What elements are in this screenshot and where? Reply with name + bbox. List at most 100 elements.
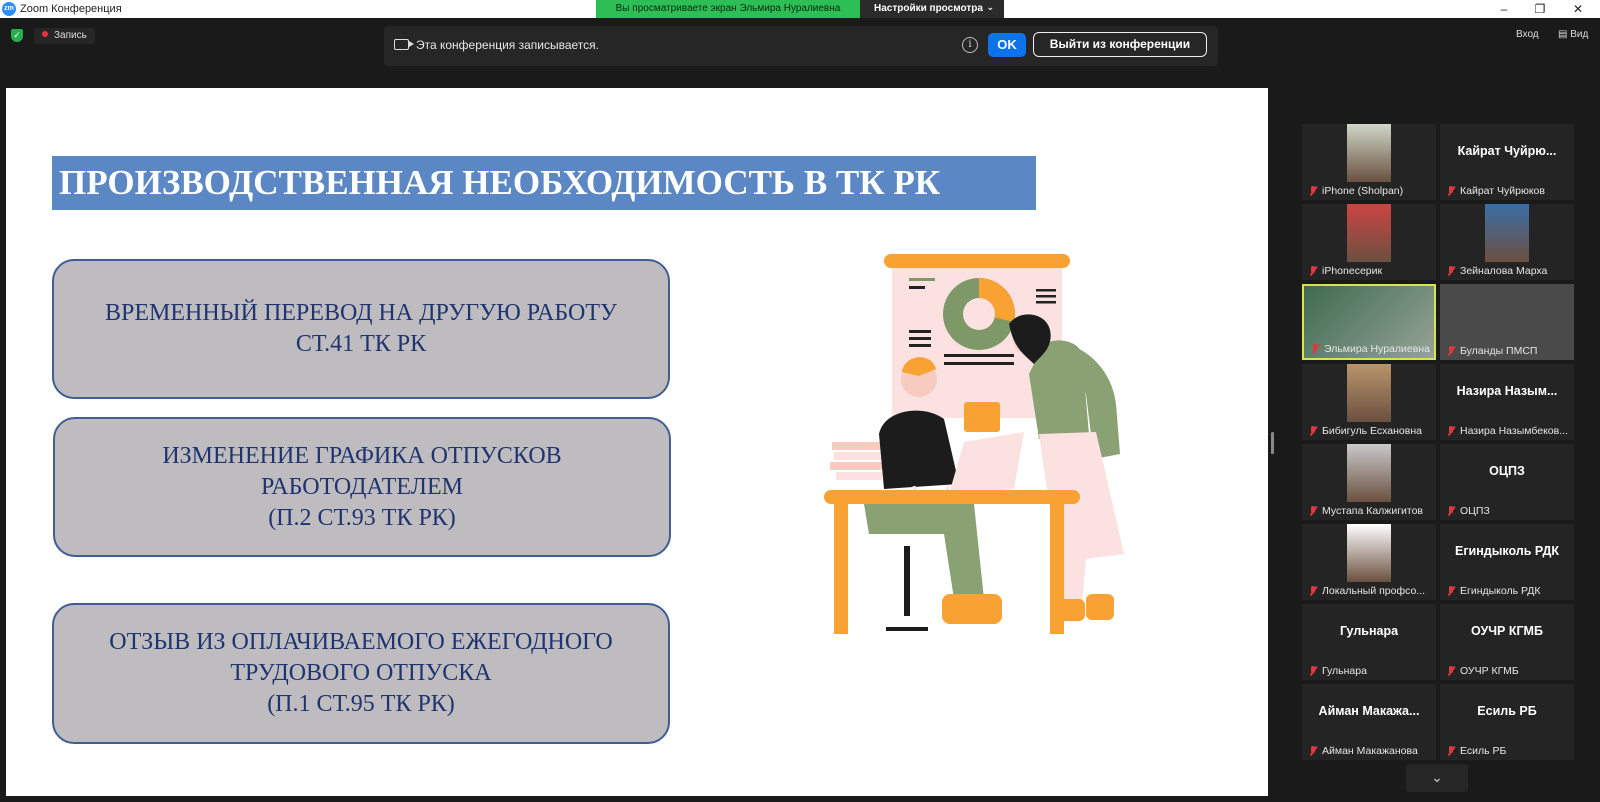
mic-muted-icon — [1308, 506, 1318, 516]
security-shield-icon[interactable]: ✓ — [11, 29, 23, 42]
participant-tile[interactable]: Есиль РБ Есиль РБ — [1440, 684, 1574, 760]
ok-button[interactable]: OK — [988, 33, 1026, 57]
mic-muted-icon — [1446, 586, 1456, 596]
participant-name: ОУЧР КГМБ — [1460, 665, 1519, 677]
chevron-down-icon: ⌄ — [1431, 769, 1443, 785]
mic-muted-icon — [1308, 426, 1318, 436]
box-line: ИЗМЕНЕНИЕ ГРАФИКА ОТПУСКОВ — [162, 442, 562, 469]
participant-video — [1485, 204, 1529, 262]
title-bar: zm Zoom Конференция Вы просматриваете эк… — [0, 0, 1600, 18]
mic-muted-icon — [1308, 586, 1318, 596]
participant-tile[interactable]: Мустапа Калжигитов — [1302, 444, 1436, 520]
participant-display-name: Назира Назым... — [1456, 384, 1558, 398]
slide-box-temporary-transfer: ВРЕМЕННЫЙ ПЕРЕВОД НА ДРУГУЮ РАБОТУ СТ.41… — [52, 259, 670, 399]
participant-display-name: Кайрат Чуйрю... — [1457, 144, 1557, 158]
participant-name: Кайрат Чуйрюков — [1460, 185, 1545, 197]
mic-muted-icon — [1446, 666, 1456, 676]
participant-name-label: Эльмира Нуралиевна — [1310, 342, 1430, 356]
participant-name: Зейналова Марха — [1460, 265, 1548, 277]
participant-tile[interactable]: Локальный профсо... — [1302, 524, 1436, 600]
shared-screen-slide: ПРОИЗВОДСТВЕННАЯ НЕОБХОДИМОСТЬ В ТК РК В… — [6, 88, 1268, 796]
participant-name: Эльмира Нуралиевна — [1324, 343, 1430, 355]
participant-tile[interactable]: Кайрат Чуйрю... Кайрат Чуйрюков — [1440, 124, 1574, 200]
signin-button[interactable]: Вход — [1516, 29, 1539, 40]
participant-tile[interactable]: Буланды ПМСП — [1440, 284, 1574, 360]
participant-name: iPhone (Sholpan) — [1322, 185, 1404, 197]
mic-muted-icon — [1310, 344, 1320, 354]
mic-muted-icon — [1308, 186, 1318, 196]
participant-name: ОЦПЗ — [1460, 505, 1490, 517]
screen-share-banner: Вы просматриваете экран Эльмира Нуралиев… — [596, 0, 1004, 18]
minimize-button[interactable]: – — [1486, 0, 1522, 18]
participant-name: Назира Назымбеков... — [1460, 425, 1568, 437]
gallery-scroll-down-button[interactable]: ⌄ — [1406, 764, 1468, 792]
window-title: Zoom Конференция — [20, 3, 122, 15]
participant-display-name: Есиль РБ — [1477, 704, 1537, 718]
participant-tile[interactable]: Айман Макажа... Айман Макажанова — [1302, 684, 1436, 760]
participant-name-label: iPhoneсерик — [1308, 264, 1432, 278]
participant-name-label: Локальный профсо... — [1308, 584, 1432, 598]
participant-name-label: iPhone (Sholpan) — [1308, 184, 1432, 198]
participant-tile[interactable]: Эльмира Нуралиевна — [1302, 284, 1436, 360]
participant-name: Мустапа Калжигитов — [1322, 505, 1423, 517]
view-label: Вид — [1570, 29, 1589, 40]
box-line: РАБОТОДАТЕЛЕМ — [261, 473, 463, 500]
mic-muted-icon — [1446, 266, 1456, 276]
participant-tile[interactable]: ОУЧР КГМБ ОУЧР КГМБ — [1440, 604, 1574, 680]
participant-tile[interactable]: iPhone (Sholpan) — [1302, 124, 1436, 200]
box-line: (П.1 СТ.95 ТК РК) — [267, 691, 455, 717]
record-label: Запись — [54, 30, 87, 41]
office-workers-illustration — [824, 254, 1124, 634]
participant-name: Гульнара — [1322, 665, 1367, 677]
zoom-window: zm Zoom Конференция Вы просматриваете эк… — [0, 0, 1600, 802]
recording-notice-bar: Эта конференция записывается. i OK Выйти… — [384, 26, 1218, 66]
mic-muted-icon — [1446, 506, 1456, 516]
box-line: ОТЗЫВ ИЗ ОПЛАЧИВАЕМОГО ЕЖЕГОДНОГО — [109, 629, 613, 655]
participant-video — [1347, 524, 1391, 582]
participant-display-name: ОЦПЗ — [1489, 464, 1525, 478]
mic-muted-icon — [1446, 426, 1456, 436]
view-settings-button[interactable]: Настройки просмотра ⌄ — [860, 0, 1004, 18]
participant-name-label: Айман Макажанова — [1308, 744, 1432, 758]
participant-tile[interactable]: ОЦПЗ ОЦПЗ — [1440, 444, 1574, 520]
participant-name-label: Гульнара — [1308, 664, 1432, 678]
maximize-button[interactable]: ❐ — [1522, 0, 1558, 18]
participant-name: Айман Макажанова — [1322, 745, 1418, 757]
participant-name: Есиль РБ — [1460, 745, 1507, 757]
mic-muted-icon — [1446, 186, 1456, 196]
participant-tile[interactable]: iPhoneсерик — [1302, 204, 1436, 280]
participant-tile[interactable]: Бибигуль Есхановна — [1302, 364, 1436, 440]
participant-tile[interactable]: Зейналова Марха — [1440, 204, 1574, 280]
participant-tile[interactable]: Назира Назым... Назира Назымбеков... — [1440, 364, 1574, 440]
participant-display-name: Егиндыколь РДК — [1455, 544, 1559, 558]
participant-display-name: Айман Макажа... — [1318, 704, 1420, 718]
participant-tile[interactable]: Гульнара Гульнара — [1302, 604, 1436, 680]
chevron-down-icon: ⌄ — [986, 2, 994, 12]
participant-name-label: Зейналова Марха — [1446, 264, 1570, 278]
view-settings-label: Настройки просмотра — [874, 3, 983, 14]
recording-notice-text: Эта конференция записывается. — [416, 38, 599, 52]
mic-muted-icon — [1308, 746, 1318, 756]
slide-box-vacation-schedule: ИЗМЕНЕНИЕ ГРАФИКА ОТПУСКОВ РАБОТОДАТЕЛЕМ… — [53, 417, 671, 557]
leave-meeting-button[interactable]: Выйти из конференции — [1033, 32, 1207, 57]
participant-name: iPhoneсерик — [1322, 265, 1383, 277]
info-icon[interactable]: i — [962, 37, 978, 53]
mic-muted-icon — [1446, 746, 1456, 756]
panel-splitter-handle[interactable] — [1271, 432, 1274, 454]
view-button[interactable]: ▤ Вид — [1558, 29, 1588, 40]
participant-tile[interactable]: Егиндыколь РДК Егиндыколь РДК — [1440, 524, 1574, 600]
participant-display-name: ОУЧР КГМБ — [1471, 624, 1543, 638]
recording-indicator[interactable]: Запись — [34, 28, 95, 44]
mic-muted-icon — [1308, 666, 1318, 676]
participant-name-label: Егиндыколь РДК — [1446, 584, 1570, 598]
zoom-logo-icon: zm — [2, 2, 16, 16]
participant-name-label: Назира Назымбеков... — [1446, 424, 1570, 438]
close-button[interactable]: ✕ — [1560, 0, 1596, 18]
participant-name-label: Кайрат Чуйрюков — [1446, 184, 1570, 198]
participant-video — [1347, 124, 1391, 182]
mic-muted-icon — [1446, 346, 1456, 356]
record-dot-icon — [42, 31, 48, 37]
participant-video — [1347, 204, 1391, 262]
slide-box-vacation-recall: ОТЗЫВ ИЗ ОПЛАЧИВАЕМОГО ЕЖЕГОДНОГО ТРУДОВ… — [52, 603, 670, 744]
video-camera-icon — [394, 39, 414, 50]
